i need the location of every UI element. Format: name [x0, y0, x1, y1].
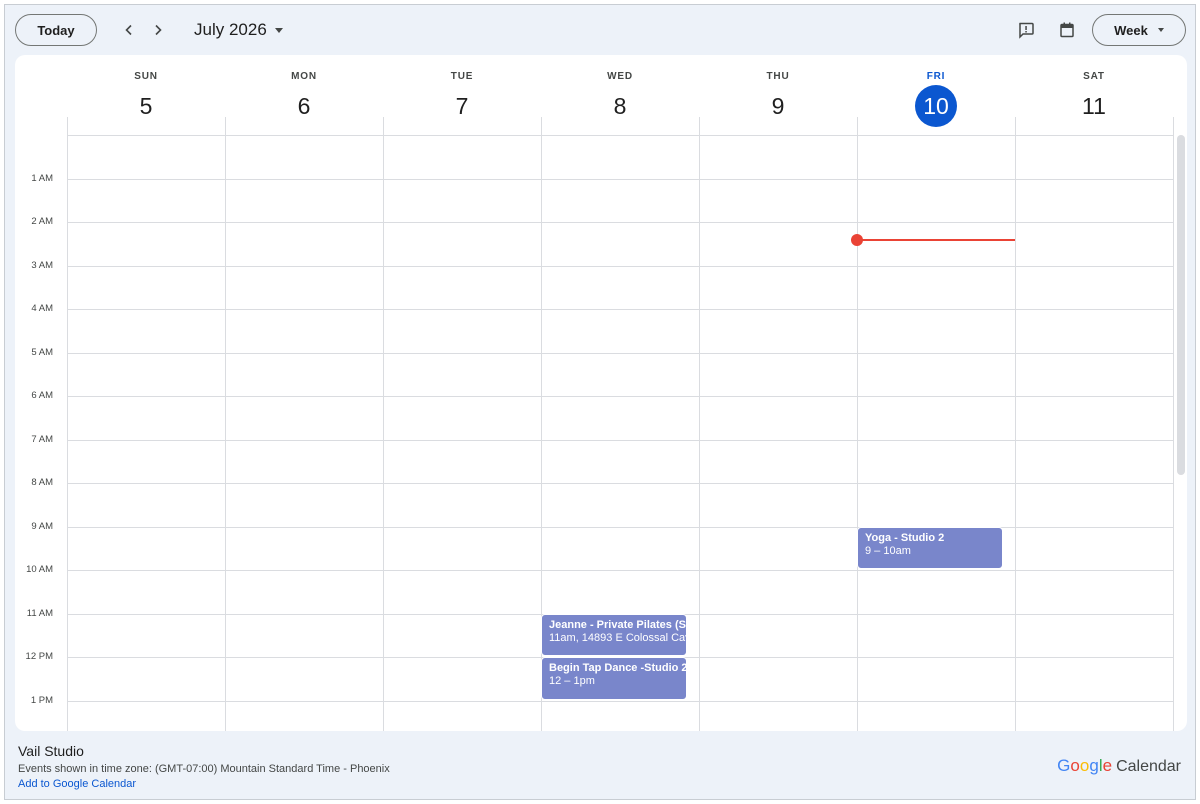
day-of-week-label: SAT: [1083, 71, 1105, 82]
column-divider: [67, 117, 68, 731]
day-header-sat[interactable]: SAT 11: [1015, 55, 1173, 135]
day-number[interactable]: 6: [283, 85, 325, 127]
google-calendar-logo[interactable]: Google Calendar: [1057, 756, 1181, 776]
hour-gridline: [67, 178, 1173, 180]
day-header-tue[interactable]: TUE 7: [383, 55, 541, 135]
event-title: Yoga - Studio 2: [865, 531, 945, 544]
chevron-right-icon: [155, 24, 162, 36]
calendar-event[interactable]: Yoga - Studio 29 – 10am: [857, 526, 1003, 569]
day-of-week-label: FRI: [926, 71, 946, 82]
day-header-fri[interactable]: FRI 10: [857, 55, 1015, 135]
toolbar: Today July 2026 Week: [5, 5, 1195, 55]
hour-gridline: [67, 222, 1173, 223]
hour-gridline: [67, 352, 1173, 354]
day-number[interactable]: 11: [1073, 85, 1115, 127]
month-picker[interactable]: July 2026: [194, 17, 283, 43]
event-title: Begin Tap Dance -Studio 2: [549, 662, 687, 674]
calendar-wordmark: Calendar: [1116, 758, 1181, 775]
hour-gridline: [67, 700, 1173, 702]
hour-gridline: [67, 396, 1173, 397]
add-to-google-calendar-link[interactable]: Add to Google Calendar: [18, 778, 136, 790]
month-label: July 2026: [194, 20, 267, 39]
column-divider: [699, 117, 700, 731]
day-header-thu[interactable]: THU 9: [699, 55, 857, 135]
day-header-wed[interactable]: WED 8: [541, 55, 699, 135]
day-header-mon[interactable]: MON 6: [225, 55, 383, 135]
calendar-icon: [1060, 22, 1074, 38]
hour-label: 7 AM: [31, 433, 53, 445]
hour-label: 1 PM: [30, 694, 53, 706]
day-number[interactable]: 9: [757, 85, 799, 127]
day-header-sun[interactable]: SUN 5: [67, 55, 225, 135]
hour-label: 4 AM: [31, 303, 53, 314]
hour-gridline: [67, 309, 1173, 310]
hour-gridline: [67, 570, 1173, 571]
week-grid: SUN 5 MON 6 TUE 7 WED 8 THU 9 FRI 10 SAT 11 1 AM 2 AM 3 …: [15, 55, 1187, 731]
feedback-icon: [1019, 22, 1034, 39]
event-time: 12 – 1pm: [549, 675, 595, 687]
column-divider: [1173, 117, 1174, 731]
feedback-button[interactable]: [1014, 18, 1038, 42]
day-of-week-label: THU: [766, 71, 790, 82]
hour-gridline: [67, 439, 1173, 441]
day-of-week-label: MON: [291, 71, 317, 82]
hour-label: 1 AM: [31, 172, 53, 184]
hour-label: 6 AM: [31, 390, 53, 401]
today-button[interactable]: Today: [15, 14, 97, 46]
google-wordmark: Google: [1057, 756, 1113, 775]
dropdown-caret-icon: [1157, 28, 1164, 32]
scrollbar[interactable]: [1177, 135, 1185, 475]
calendar-event[interactable]: Begin Tap Dance -Studio 2 12 – 1pm: [541, 657, 687, 700]
next-week-button[interactable]: [145, 17, 171, 43]
event-time: 9 – 10am: [865, 544, 911, 557]
calendar-embed-frame: Today July 2026 Week SUN 5 MON 6 TUE 7 W…: [4, 4, 1196, 800]
grid-top-line: [67, 135, 1173, 136]
day-number[interactable]: 7: [441, 85, 483, 127]
hour-label: 2 AM: [31, 216, 53, 227]
day-number[interactable]: 10: [915, 85, 957, 127]
hour-gridline: [67, 483, 1173, 484]
hour-label: 9 AM: [31, 520, 53, 532]
calendar-name: Vail Studio: [18, 743, 84, 759]
day-of-week-label: WED: [607, 71, 633, 82]
hour-gridline: [67, 265, 1173, 267]
current-time-line: [857, 239, 1015, 242]
day-number[interactable]: 8: [599, 85, 641, 127]
column-divider: [857, 117, 858, 731]
view-selector-button[interactable]: Week: [1092, 14, 1186, 46]
chevron-left-icon: [125, 24, 132, 36]
day-number[interactable]: 5: [125, 85, 167, 127]
column-divider: [1015, 117, 1016, 731]
current-time-dot: [851, 234, 863, 247]
column-divider: [383, 117, 384, 731]
calendar-view-button[interactable]: [1055, 18, 1079, 42]
view-label: Week: [1114, 22, 1148, 38]
day-of-week-label: TUE: [450, 71, 474, 82]
calendar-event[interactable]: Jeanne - Private Pilates (Studio 2)11am,…: [541, 613, 687, 656]
hour-label: 11 AM: [26, 607, 53, 619]
hour-label: 3 AM: [31, 259, 53, 271]
event-title: Jeanne - Private Pilates (Studio 2): [549, 618, 686, 631]
day-of-week-label: SUN: [134, 71, 158, 82]
hour-gridline: [67, 526, 1173, 528]
dropdown-caret-icon: [274, 27, 283, 33]
hour-label: 12 PM: [25, 651, 53, 662]
column-divider: [225, 117, 226, 731]
timezone-note: Events shown in time zone: (GMT-07:00) M…: [18, 763, 390, 775]
prev-week-button[interactable]: [116, 17, 142, 43]
event-time: 11am, 14893 E Colossal Cave: [549, 631, 687, 644]
hour-label: 8 AM: [31, 477, 53, 488]
hour-label: 5 AM: [31, 346, 53, 358]
hour-label: 10 AM: [26, 564, 53, 575]
